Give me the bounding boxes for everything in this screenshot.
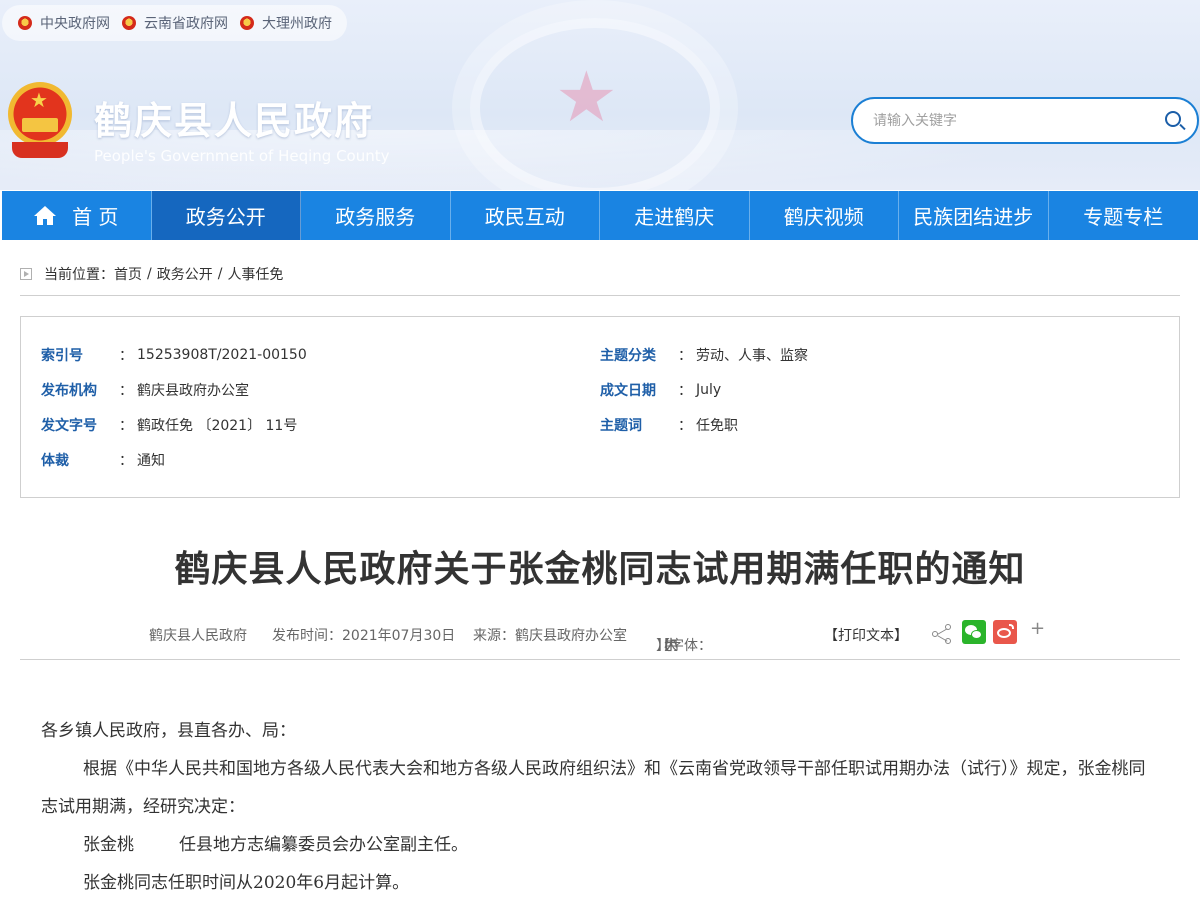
top-link-central-gov[interactable]: 中央政府网 (18, 13, 110, 33)
meta-colon: ： (119, 348, 133, 364)
top-link-label: 中央政府网 (40, 16, 110, 32)
breadcrumb-link-gov-affairs[interactable]: 政务公开 (157, 264, 213, 284)
nav-item-label: 专题专栏 (1083, 205, 1164, 229)
meta-label: 成文日期 (600, 383, 656, 399)
national-emblem-icon (18, 16, 32, 30)
meta-colon: ： (678, 418, 692, 434)
meta-written-date: 成文日期 ： July (600, 380, 721, 400)
meta-colon: ： (678, 348, 692, 364)
meta-label: 索引号 (41, 348, 83, 364)
meta-document-number: 发文字号 ： 鹤政任免 〔2021〕 11号 (41, 415, 297, 435)
share-icon[interactable] (932, 624, 952, 644)
breadcrumb-separator: / (147, 265, 152, 282)
body-paragraph: 张金桃同志任职时间从2020年6月起计算。 (83, 873, 410, 893)
location-icon (20, 267, 32, 280)
meta-label: 发文字号 (41, 418, 97, 434)
appointment-post: 任县地方志编纂委员会办公室副主任。 (179, 835, 468, 855)
appointee-name: 张金桃 (83, 835, 134, 855)
search-input[interactable] (853, 99, 1163, 142)
top-links-bar: 中央政府网 云南省政府网 大理州政府 (2, 5, 347, 41)
body-paragraph: 根据《中华人民共和国地方各级人民代表大会和地方各级人民政府组织法》和《云南省党政… (41, 759, 1146, 817)
meta-colon: ： (678, 383, 692, 399)
weibo-share-icon[interactable] (993, 620, 1017, 644)
site-title: 鹤庆县人民政府 (94, 98, 375, 143)
top-link-dali-gov[interactable]: 大理州政府 (240, 13, 332, 33)
site-logo[interactable]: 鹤庆县人民政府 People's Government of Heqing Co… (4, 80, 390, 165)
national-emblem-icon (4, 80, 76, 160)
top-link-label: 云南省政府网 (144, 16, 228, 32)
top-link-yunnan-gov[interactable]: 云南省政府网 (122, 13, 228, 33)
home-icon (34, 205, 57, 226)
search-icon[interactable] (1163, 109, 1187, 133)
main-nav: 首 页 政务公开 政务服务 政民互动 走进鹤庆 鹤庆视频 民族团结进步 专题专栏 (2, 191, 1198, 240)
nav-item-label: 政民互动 (484, 205, 565, 229)
appointment-line: 张金桃 任县地方志编纂委员会办公室副主任。 (41, 826, 1161, 864)
document-title: 鹤庆县人民政府关于张金桃同志试用期满任职的通知 (174, 549, 1026, 590)
meta-label: 体裁 (41, 453, 69, 469)
meta-index-number: 索引号 ： 15253908T/2021-00150 (41, 345, 307, 365)
document-metadata-box: 索引号 ： 15253908T/2021-00150 发布机构 ： 鹤庆县政府办… (20, 316, 1180, 498)
breadcrumb-link-home[interactable]: 首页 (114, 264, 142, 284)
site-header: 中央政府网 云南省政府网 大理州政府 鹤庆县人民政府 People's Gove… (0, 0, 1200, 190)
national-emblem-icon (240, 16, 254, 30)
nav-item-ethnic-unity[interactable]: 民族团结进步 (899, 191, 1049, 240)
document-body: 各乡镇人民政府，县直各办、局： 根据《中华人民共和国地方各级人民代表大会和地方各… (41, 712, 1161, 902)
meta-label: 发布机构 (41, 383, 97, 399)
nav-item-home[interactable]: 首 页 (2, 191, 152, 240)
meta-label: 主题词 (600, 418, 642, 434)
meta-issuing-agency: 发布机构 ： 鹤庆县政府办公室 (41, 380, 249, 400)
meta-colon: ： (119, 383, 133, 399)
nav-item-about-heqing[interactable]: 走进鹤庆 (600, 191, 750, 240)
nav-item-gov-services[interactable]: 政务服务 (301, 191, 451, 240)
wechat-share-icon[interactable] (962, 620, 986, 644)
meta-subject-words: 主题词 ： 任免职 (600, 415, 738, 435)
document-info-bar: 鹤庆县人民政府 发布时间：2021年07月30日 来源：鹤庆县政府办公室 【字体… (20, 615, 1180, 660)
nav-item-label: 首 页 (72, 205, 119, 229)
meta-value: 劳动、人事、监察 (696, 348, 808, 364)
nav-item-label: 政务服务 (335, 205, 416, 229)
meta-value: 任免职 (696, 418, 738, 434)
nav-item-label: 民族团结进步 (913, 205, 1034, 229)
meta-label: 主题分类 (600, 348, 656, 364)
meta-value: July (696, 382, 722, 398)
body-salutation: 各乡镇人民政府，县直各办、局： (41, 721, 296, 741)
nav-item-label: 走进鹤庆 (634, 205, 715, 229)
breadcrumb-prefix: 当前位置： (44, 266, 114, 283)
top-link-label: 大理州政府 (262, 16, 332, 32)
nav-item-label: 政务公开 (185, 205, 266, 229)
nav-item-gov-affairs-public[interactable]: 政务公开 (151, 191, 301, 240)
nav-item-interaction[interactable]: 政民互动 (451, 191, 600, 240)
nav-item-video[interactable]: 鹤庆视频 (750, 191, 899, 240)
nav-item-label: 鹤庆视频 (783, 205, 864, 229)
meta-colon: ： (119, 453, 133, 469)
meta-colon: ： (119, 418, 133, 434)
meta-genre: 体裁 ： 通知 (41, 450, 165, 470)
more-share-icon[interactable]: + (1030, 618, 1045, 639)
document-publisher: 鹤庆县人民政府 (149, 628, 247, 644)
nav-item-special-topics[interactable]: 专题专栏 (1049, 191, 1199, 240)
search-box (851, 97, 1199, 144)
breadcrumb-separator: / (217, 265, 223, 282)
meta-value: 通知 (137, 453, 165, 469)
document-publish-time: 发布时间：2021年07月30日 (272, 628, 456, 644)
breadcrumb: 当前位置： 首页 / 政务公开 / 人事任免 (20, 252, 1180, 296)
print-text-link[interactable]: 【打印文本】 (824, 625, 908, 645)
breadcrumb-link-personnel[interactable]: 人事任免 (227, 264, 283, 284)
national-emblem-icon (122, 16, 136, 30)
site-title-english: People's Government of Heqing County (94, 147, 390, 165)
meta-value: 鹤庆县政府办公室 (137, 383, 249, 399)
meta-value: 15253908T/2021-00150 (137, 347, 307, 363)
meta-value: 鹤政任免 〔2021〕 11号 (137, 418, 298, 434)
font-size-suffix: 】 (656, 638, 670, 654)
document-source: 来源：鹤庆县政府办公室 (473, 628, 627, 644)
meta-topic-category: 主题分类 ： 劳动、人事、监察 (600, 345, 808, 365)
